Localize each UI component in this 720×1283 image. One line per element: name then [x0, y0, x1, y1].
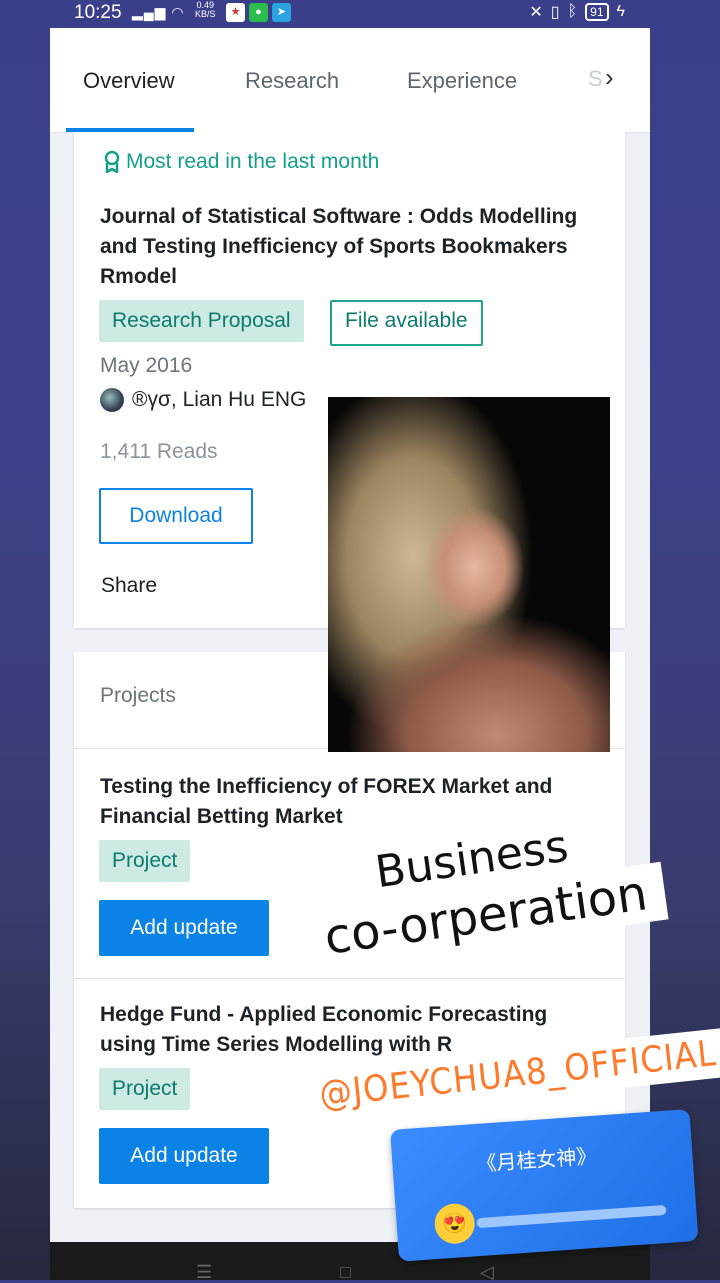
- battery-icon: 91: [585, 3, 609, 21]
- tab-experience[interactable]: Experience: [407, 68, 517, 94]
- status-right: ✕ ▯ ᛒ 91 ϟ: [529, 2, 625, 22]
- authors-row[interactable]: ®γσ, Lian Hu ENG: [100, 388, 306, 412]
- music-title: 《月桂女神》: [475, 1145, 598, 1177]
- tab-bar: Overview Research Experience S ›: [50, 28, 650, 133]
- portrait-photo: [328, 397, 610, 752]
- tab-overview[interactable]: Overview: [83, 68, 175, 94]
- music-sticker[interactable]: 《月桂女神》 😍: [390, 1109, 699, 1262]
- notification-icons: ★ ● ➤: [226, 3, 291, 22]
- heart-eyes-emoji-icon: 😍: [433, 1202, 477, 1246]
- wechat-icon: ●: [249, 3, 268, 22]
- clock: 10:25: [74, 2, 122, 23]
- reads-count: 1,411 Reads: [100, 440, 218, 463]
- add-update-button[interactable]: Add update: [99, 900, 269, 956]
- bluetooth-icon: ᛒ: [567, 3, 578, 20]
- emoji-slider[interactable]: [476, 1204, 667, 1229]
- most-read-badge: Most read in the last month: [104, 150, 379, 174]
- network-speed: 0.49 KB/S: [195, 1, 216, 19]
- tab-skills-partial[interactable]: S: [588, 66, 603, 92]
- publication-date: May 2016: [100, 354, 193, 377]
- network-speed-unit: KB/S: [195, 9, 216, 19]
- project-tag: Project: [99, 840, 191, 882]
- authors-label: ®γσ, Lian Hu ENG: [132, 388, 307, 411]
- most-read-label: Most read in the last month: [126, 150, 380, 173]
- chevron-right-icon[interactable]: ›: [605, 62, 614, 93]
- projects-heading: Projects: [100, 684, 176, 707]
- charging-icon: ϟ: [616, 3, 625, 20]
- file-available-tag: File available: [330, 300, 483, 346]
- avatar: [100, 388, 124, 412]
- app-notification-icon: ★: [226, 3, 245, 22]
- divider: [74, 978, 625, 979]
- signal-icon: ▂▄▆ ◠: [132, 4, 185, 20]
- add-update-button[interactable]: Add update: [99, 1128, 269, 1184]
- project-title[interactable]: Testing the Inefficiency of FOREX Market…: [100, 772, 600, 832]
- tab-research[interactable]: Research: [245, 68, 339, 94]
- vibrate-icon: ▯: [550, 4, 560, 21]
- award-icon: [104, 151, 120, 173]
- mute-icon: ✕: [529, 4, 543, 21]
- project-tag: Project: [99, 1068, 191, 1110]
- publication-title[interactable]: Journal of Statistical Software : Odds M…: [100, 202, 600, 292]
- telegram-icon: ➤: [272, 3, 291, 22]
- status-bar: 10:25 ▂▄▆ ◠ 0.49 KB/S ★ ● ➤ ✕ ▯ ᛒ 91 ϟ: [0, 0, 720, 28]
- type-tag: Research Proposal: [99, 300, 304, 342]
- download-button[interactable]: Download: [99, 488, 253, 544]
- share-button[interactable]: Share: [101, 574, 157, 598]
